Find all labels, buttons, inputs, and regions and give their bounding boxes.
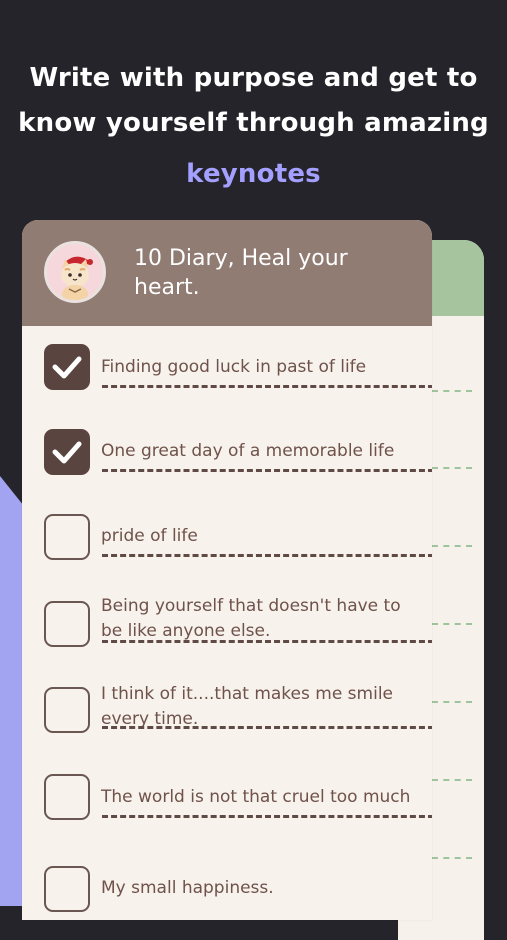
back-card-line [432,701,472,703]
back-card-line [432,467,472,469]
task-text[interactable]: Finding good luck in past of life [101,355,421,380]
check-icon [52,441,82,464]
task-text[interactable]: pride of life [101,524,421,549]
back-card-line [432,857,472,859]
task-text[interactable]: Being yourself that doesn't have to be l… [101,594,417,644]
back-card-line [432,623,472,625]
back-card-line [432,390,472,392]
task-checkbox[interactable] [44,687,90,733]
back-card-line [432,779,472,781]
task-text[interactable]: My small happiness. [101,876,421,901]
list-item: Finding good luck in past of life [44,344,432,404]
promo-headline: Write with purpose and get to know yours… [0,56,507,197]
back-card-line [432,545,472,547]
task-text[interactable]: I think of it....that makes me smile eve… [101,682,407,732]
side-decor-tab [0,476,24,906]
diary-card-header: 10 Diary, Heal your heart. [22,220,432,326]
cat-avatar-icon[interactable] [44,241,106,303]
task-checkbox[interactable] [44,601,90,647]
task-underline [102,554,432,557]
task-checkbox[interactable] [44,514,90,560]
headline-line-2: know yourself through amazing [18,108,489,138]
list-item: Being yourself that doesn't have to be l… [44,596,432,661]
task-checkbox[interactable] [44,774,90,820]
diary-title: 10 Diary, Heal your heart. [134,246,348,300]
task-underline [102,815,432,818]
check-icon [52,356,82,379]
task-checkbox[interactable] [44,344,90,390]
list-item: pride of life [44,514,432,574]
task-underline [102,385,432,388]
task-text[interactable]: One great day of a memorable life [101,439,421,464]
list-item: One great day of a memorable life [44,429,432,489]
task-underline [102,640,432,643]
headline-line-1: Write with purpose and get to [29,63,478,93]
diary-card: 10 Diary, Heal your heart. Finding good … [22,220,432,920]
task-underline [102,726,432,729]
task-underline [102,469,432,472]
task-checkbox[interactable] [44,429,90,475]
list-item: My small happiness. [44,866,414,920]
list-item: The world is not that cruel too much [44,774,432,834]
task-checkbox[interactable] [44,866,90,912]
headline-accent: keynotes [186,159,321,189]
list-item: I think of it....that makes me smile eve… [44,684,432,747]
task-text[interactable]: The world is not that cruel too much [101,785,431,810]
